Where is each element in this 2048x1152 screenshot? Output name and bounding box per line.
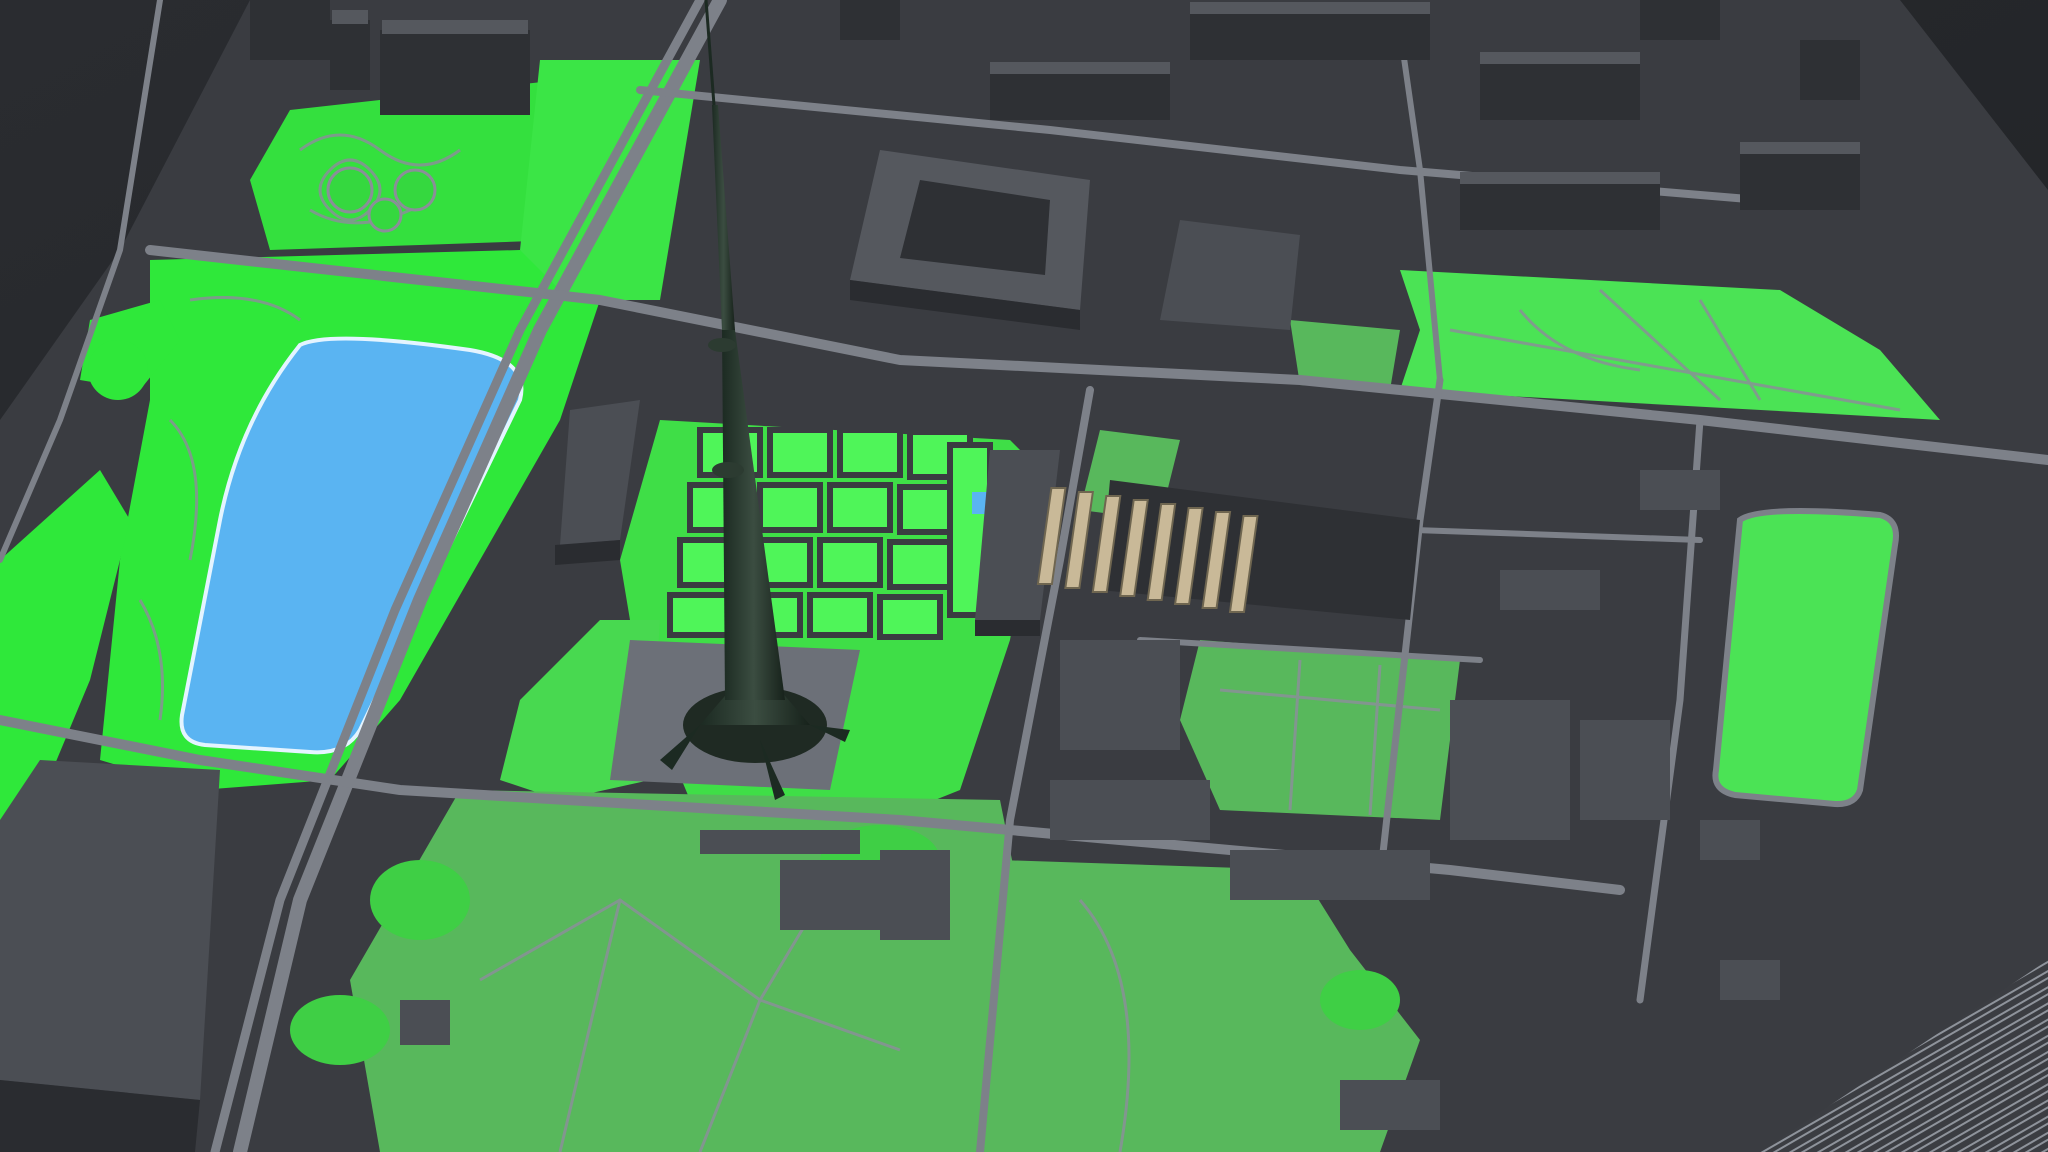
city-map-render	[0, 0, 2048, 1152]
courtyard-building	[850, 150, 1090, 330]
